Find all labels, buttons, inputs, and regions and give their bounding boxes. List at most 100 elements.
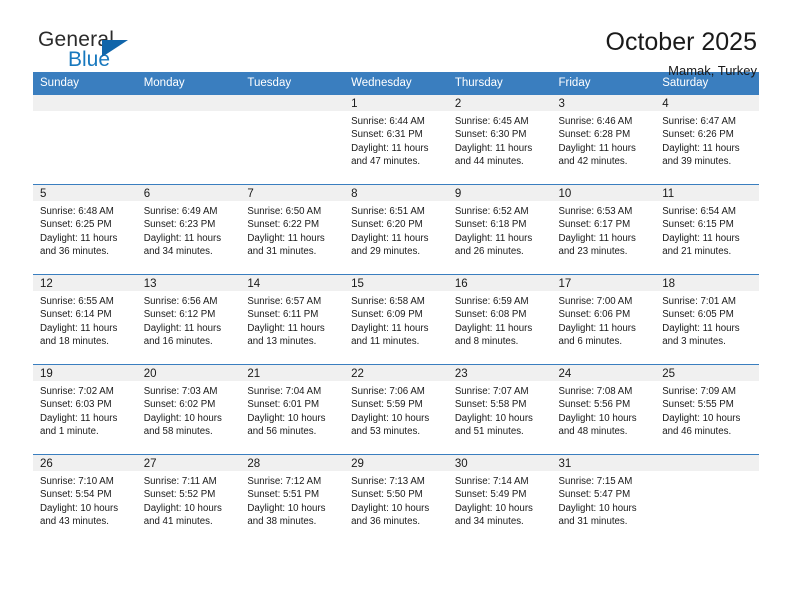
sunrise-text: Sunrise: 6:57 AM <box>247 296 322 307</box>
day-number: 7 <box>240 185 345 201</box>
calendar-page: General Blue October 2025 Mamak, Turkey … <box>0 0 792 612</box>
calendar-day-cell[interactable]: 3 Sunrise: 6:46 AM Sunset: 6:28 PM Daylight… <box>551 94 656 185</box>
calendar-day-cell[interactable]: 30 Sunrise: 7:14 AM Sunset: 5:49 PM Dayligh… <box>447 454 552 544</box>
calendar-day-cell[interactable]: 22 Sunrise: 7:06 AM Sunset: 5:59 PM Dayligh… <box>344 364 448 455</box>
generalblue-logo[interactable]: General Blue <box>33 28 158 80</box>
daylight-text-line1: Daylight: 10 hours <box>558 502 637 514</box>
calendar-day-cell[interactable]: 8 Sunrise: 6:51 AM Sunset: 6:20 PM Daylight… <box>344 184 448 275</box>
day-number: 2 <box>447 95 552 111</box>
day-details: Sunrise: 6:45 AM Sunset: 6:30 PM Daylight:… <box>448 111 552 169</box>
daylight-text-line2: and 43 minutes. <box>40 516 109 528</box>
sunrise-text: Sunrise: 7:04 AM <box>247 386 322 397</box>
sunset-text: Sunset: 6:30 PM <box>454 129 527 141</box>
day-number <box>240 95 345 111</box>
day-details: Sunrise: 6:58 AM Sunset: 6:09 PM Daylight:… <box>344 291 448 349</box>
sunset-text: Sunset: 6:06 PM <box>558 309 631 321</box>
sunrise-text: Sunrise: 7:08 AM <box>558 386 633 397</box>
daylight-text-line1: Daylight: 10 hours <box>351 502 430 514</box>
calendar-day-cell[interactable]: 28 Sunrise: 7:12 AM Sunset: 5:51 PM Dayligh… <box>240 454 345 544</box>
sunset-text: Sunset: 6:28 PM <box>558 129 631 141</box>
sunrise-text: Sunrise: 6:51 AM <box>351 206 425 217</box>
daylight-text-line2: and 39 minutes. <box>662 156 732 168</box>
calendar-day-cell[interactable]: 17 Sunrise: 7:00 AM Sunset: 6:06 PM Dayligh… <box>551 274 656 365</box>
calendar-day-cell[interactable]: 6 Sunrise: 6:49 AM Sunset: 6:23 PM Daylight… <box>136 184 241 275</box>
daylight-text-line2: and 3 minutes. <box>662 336 726 348</box>
calendar-day-cell[interactable]: 16 Sunrise: 6:59 AM Sunset: 6:08 PM Dayligh… <box>447 274 552 365</box>
day-details: Sunrise: 6:55 AM Sunset: 6:14 PM Daylight:… <box>33 291 137 349</box>
calendar-week-row: 19 Sunrise: 7:02 AM Sunset: 6:03 PM Dayligh… <box>33 364 759 455</box>
daylight-text-line1: Daylight: 10 hours <box>247 502 326 514</box>
calendar-day-cell-empty <box>136 94 241 185</box>
day-details: Sunrise: 7:00 AM Sunset: 6:06 PM Daylight:… <box>552 291 656 349</box>
daylight-text-line1: Daylight: 11 hours <box>662 322 740 334</box>
calendar-day-cell[interactable]: 19 Sunrise: 7:02 AM Sunset: 6:03 PM Dayligh… <box>33 364 137 455</box>
calendar-day-cell[interactable]: 4 Sunrise: 6:47 AM Sunset: 6:26 PM Daylight… <box>655 94 759 185</box>
day-details: Sunrise: 7:15 AM Sunset: 5:47 PM Daylight:… <box>552 471 656 529</box>
calendar-day-cell[interactable]: 27 Sunrise: 7:11 AM Sunset: 5:52 PM Dayligh… <box>136 454 241 544</box>
sunset-text: Sunset: 6:12 PM <box>143 309 216 321</box>
daylight-text-line1: Daylight: 11 hours <box>454 322 533 334</box>
day-details: Sunrise: 6:59 AM Sunset: 6:08 PM Daylight:… <box>448 291 552 349</box>
day-number: 4 <box>655 95 759 111</box>
sunrise-text: Sunrise: 7:02 AM <box>40 386 114 397</box>
sunrise-text: Sunrise: 7:01 AM <box>662 296 736 307</box>
day-number: 31 <box>551 455 656 471</box>
day-number: 29 <box>344 455 448 471</box>
sunset-text: Sunset: 5:50 PM <box>351 489 423 501</box>
sunrise-text: Sunrise: 6:47 AM <box>662 116 736 127</box>
calendar-day-cell[interactable]: 31 Sunrise: 7:15 AM Sunset: 5:47 PM Dayligh… <box>551 454 656 544</box>
daylight-text-line2: and 48 minutes. <box>558 426 628 438</box>
daylight-text-line1: Daylight: 10 hours <box>662 412 741 424</box>
calendar-day-cell[interactable]: 5 Sunrise: 6:48 AM Sunset: 6:25 PM Daylight… <box>33 184 137 275</box>
day-details: Sunrise: 7:03 AM Sunset: 6:02 PM Daylight:… <box>137 381 241 439</box>
calendar-day-cell[interactable]: 20 Sunrise: 7:03 AM Sunset: 6:02 PM Dayligh… <box>136 364 241 455</box>
page-title: October 2025 <box>605 28 758 56</box>
sunrise-text: Sunrise: 6:56 AM <box>143 296 218 307</box>
day-number: 22 <box>344 365 448 381</box>
calendar-day-cell[interactable]: 25 Sunrise: 7:09 AM Sunset: 5:55 PM Dayligh… <box>655 364 759 455</box>
day-details: Sunrise: 7:14 AM Sunset: 5:49 PM Daylight:… <box>448 471 552 529</box>
daylight-text-line1: Daylight: 11 hours <box>143 232 222 244</box>
daylight-text-line2: and 1 minute. <box>40 426 99 438</box>
calendar-day-cell[interactable]: 23 Sunrise: 7:07 AM Sunset: 5:58 PM Dayligh… <box>447 364 552 455</box>
calendar-day-cell[interactable]: 2 Sunrise: 6:45 AM Sunset: 6:30 PM Daylight… <box>447 94 552 185</box>
weekday-header-tuesday: Tuesday <box>240 72 345 95</box>
daylight-text-line2: and 8 minutes. <box>454 336 519 348</box>
calendar-day-cell[interactable]: 13 Sunrise: 6:56 AM Sunset: 6:12 PM Dayligh… <box>136 274 241 365</box>
daylight-text-line2: and 31 minutes. <box>558 516 628 528</box>
sunrise-text: Sunrise: 7:07 AM <box>454 386 529 397</box>
daylight-text-line1: Daylight: 11 hours <box>662 142 740 154</box>
calendar-day-cell[interactable]: 9 Sunrise: 6:52 AM Sunset: 6:18 PM Daylight… <box>447 184 552 275</box>
calendar-day-cell[interactable]: 18 Sunrise: 7:01 AM Sunset: 6:05 PM Dayligh… <box>655 274 759 365</box>
sunset-text: Sunset: 6:23 PM <box>143 219 216 231</box>
calendar-day-cell[interactable]: 1 Sunrise: 6:44 AM Sunset: 6:31 PM Daylight… <box>344 94 448 185</box>
calendar-day-cell[interactable]: 12 Sunrise: 6:55 AM Sunset: 6:14 PM Dayligh… <box>33 274 137 365</box>
sunset-text: Sunset: 6:11 PM <box>247 309 319 321</box>
calendar-day-cell[interactable]: 14 Sunrise: 6:57 AM Sunset: 6:11 PM Dayligh… <box>240 274 345 365</box>
sunrise-text: Sunrise: 7:13 AM <box>351 476 425 487</box>
weekday-header-thursday: Thursday <box>447 72 552 95</box>
calendar-day-cell[interactable]: 10 Sunrise: 6:53 AM Sunset: 6:17 PM Dayligh… <box>551 184 656 275</box>
calendar-day-cell[interactable]: 7 Sunrise: 6:50 AM Sunset: 6:22 PM Daylight… <box>240 184 345 275</box>
sunset-text: Sunset: 6:14 PM <box>40 309 112 321</box>
day-number <box>655 455 759 471</box>
calendar-day-cell[interactable]: 29 Sunrise: 7:13 AM Sunset: 5:50 PM Dayligh… <box>344 454 448 544</box>
sunrise-text: Sunrise: 7:14 AM <box>454 476 529 487</box>
daylight-text-line1: Daylight: 10 hours <box>40 502 119 514</box>
day-details: Sunrise: 6:51 AM Sunset: 6:20 PM Daylight:… <box>344 201 448 259</box>
calendar-day-cell-empty <box>655 454 759 544</box>
daylight-text-line2: and 38 minutes. <box>247 516 317 528</box>
day-number: 21 <box>240 365 345 381</box>
daylight-text-line1: Daylight: 11 hours <box>558 232 636 244</box>
daylight-text-line1: Daylight: 11 hours <box>40 322 118 334</box>
sunrise-text: Sunrise: 6:55 AM <box>40 296 114 307</box>
calendar-day-cell[interactable]: 26 Sunrise: 7:10 AM Sunset: 5:54 PM Dayligh… <box>33 454 137 544</box>
day-details: Sunrise: 6:54 AM Sunset: 6:15 PM Daylight:… <box>655 201 759 259</box>
calendar-day-cell[interactable]: 15 Sunrise: 6:58 AM Sunset: 6:09 PM Dayligh… <box>344 274 448 365</box>
calendar-day-cell[interactable]: 21 Sunrise: 7:04 AM Sunset: 6:01 PM Dayligh… <box>240 364 345 455</box>
calendar-day-cell[interactable]: 11 Sunrise: 6:54 AM Sunset: 6:15 PM Dayligh… <box>655 184 759 275</box>
calendar-day-cell[interactable]: 24 Sunrise: 7:08 AM Sunset: 5:56 PM Dayligh… <box>551 364 656 455</box>
sunset-text: Sunset: 6:05 PM <box>662 309 734 321</box>
sunrise-text: Sunrise: 6:58 AM <box>351 296 425 307</box>
day-number: 12 <box>33 275 137 291</box>
